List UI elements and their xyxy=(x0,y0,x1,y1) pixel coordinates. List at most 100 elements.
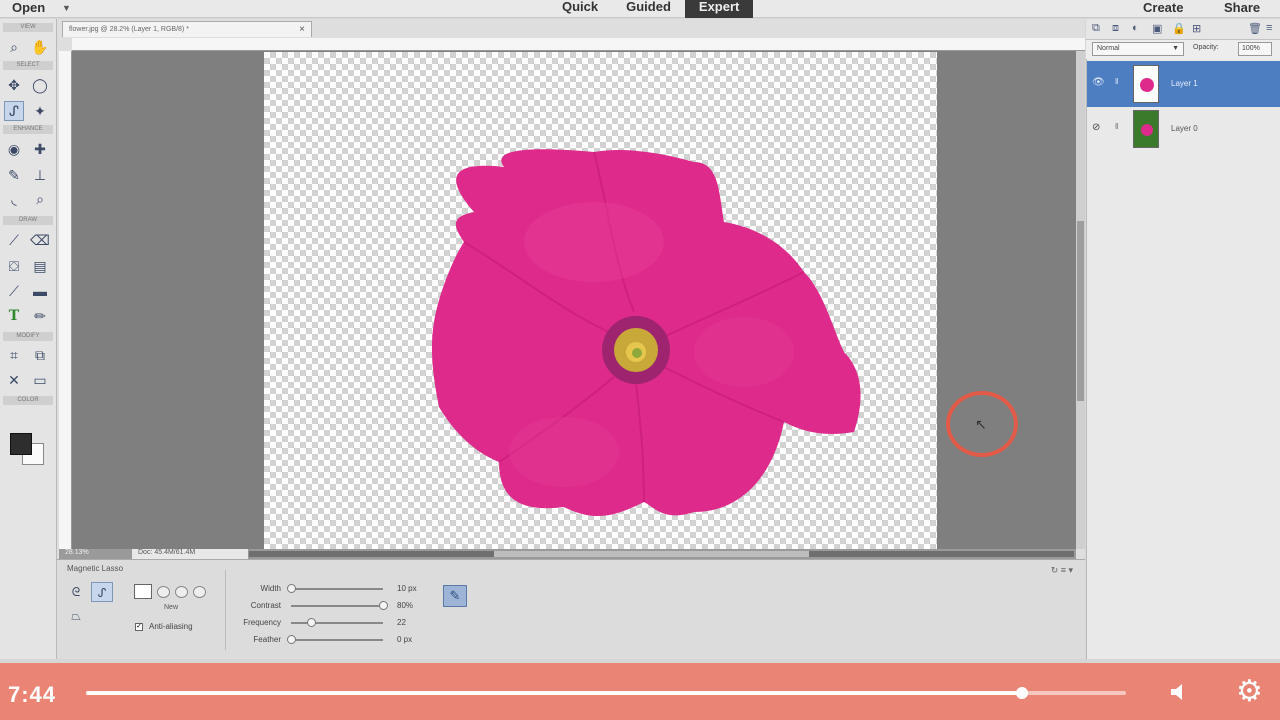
video-player-controls: 7:44 ⚙ xyxy=(0,663,1280,720)
zoom-tool-icon[interactable]: ⌕ xyxy=(4,37,24,57)
document-canvas[interactable] xyxy=(264,52,937,549)
settings-gear-icon[interactable]: ⚙ xyxy=(1236,677,1263,707)
adjustment-layer-icon[interactable]: ◐ xyxy=(1132,22,1139,34)
polygonal-lasso-tool-icon[interactable]: ⏢ xyxy=(65,606,87,626)
type-tool-icon[interactable]: T xyxy=(4,306,24,326)
new-layer-icon[interactable]: ⧉ xyxy=(1092,22,1100,35)
subtract-selection-button[interactable] xyxy=(175,586,188,598)
pen-pressure-button[interactable]: ✎ xyxy=(443,585,467,607)
feather-slider-knob[interactable] xyxy=(287,635,296,644)
mode-quick[interactable]: Quick xyxy=(548,0,612,18)
foreground-color-swatch[interactable] xyxy=(10,433,32,455)
magnetic-lasso-option-icon[interactable]: ᔑ xyxy=(91,582,113,602)
layer-name[interactable]: Layer 1 xyxy=(1171,79,1198,88)
options-menu-icon[interactable]: ↻ ≡ ▾ xyxy=(1051,565,1073,576)
layer-row-layer-0[interactable]: ⊘ ǁ Layer 0 xyxy=(1087,106,1280,152)
feather-slider-track[interactable] xyxy=(291,639,383,641)
layer-name[interactable]: Layer 0 xyxy=(1171,124,1198,133)
mode-guided[interactable]: Guided xyxy=(612,0,685,18)
contrast-slider-knob[interactable] xyxy=(379,601,388,610)
straighten-tool-icon[interactable]: ▭ xyxy=(30,370,50,390)
clone-stamp-tool-icon[interactable]: ⊥ xyxy=(30,165,50,185)
document-size[interactable]: Doc: 45.4M/61.4M xyxy=(132,549,248,559)
section-color: COLOR xyxy=(3,396,53,405)
eye-off-icon[interactable]: ⊘ xyxy=(1092,122,1100,133)
share-menu[interactable]: Share xyxy=(1224,0,1260,15)
contrast-slider-track[interactable] xyxy=(291,605,383,607)
add-selection-button[interactable] xyxy=(157,586,170,598)
document-window: flower.jpg @ 28.2% (Layer 1, RGB/8) * × xyxy=(57,19,1085,559)
paint-bucket-tool-icon[interactable]: ⛋ xyxy=(4,256,24,276)
width-slider-track[interactable] xyxy=(291,588,383,590)
eye-icon[interactable]: 👁 xyxy=(1092,77,1105,88)
horizontal-scrollbar[interactable] xyxy=(249,551,1074,557)
width-label: Width xyxy=(260,584,281,593)
hand-tool-icon[interactable]: ✋ xyxy=(30,37,50,57)
document-tab[interactable]: flower.jpg @ 28.2% (Layer 1, RGB/8) * × xyxy=(62,21,312,37)
shape-tool-icon[interactable]: ▬ xyxy=(30,281,50,301)
horizontal-scroll-thumb[interactable] xyxy=(494,551,809,557)
section-modify: MODIFY xyxy=(3,332,53,341)
width-slider-knob[interactable] xyxy=(287,584,296,593)
marquee-tool-icon[interactable]: ◯ xyxy=(30,75,50,95)
sponge-tool-icon[interactable]: ⌕ xyxy=(30,189,50,209)
layer-thumbnail xyxy=(1133,65,1159,103)
feather-value[interactable]: 0 px xyxy=(397,635,412,644)
tool-options-title: Magnetic Lasso xyxy=(67,564,124,573)
magic-wand-tool-icon[interactable]: ✦ xyxy=(30,101,50,121)
crop-tool-icon[interactable]: ⌗ xyxy=(4,345,24,365)
lasso-tool-icon[interactable]: ᘓ xyxy=(65,582,87,602)
flower-image xyxy=(431,149,861,517)
lasso-cursor-icon: ↖ xyxy=(975,416,987,432)
volume-icon[interactable] xyxy=(1168,680,1192,704)
link-icon[interactable]: ǁ xyxy=(1115,77,1118,86)
zoom-level[interactable]: 28.13% xyxy=(65,549,89,556)
vertical-scroll-thumb[interactable] xyxy=(1077,221,1084,401)
section-enhance: ENHANCE xyxy=(3,125,53,134)
width-value[interactable]: 10 px xyxy=(397,584,417,593)
layer-mask-icon[interactable]: ▣ xyxy=(1152,22,1162,35)
video-progress-track[interactable] xyxy=(86,687,1126,699)
smart-brush-tool-icon[interactable]: ✎ xyxy=(4,165,24,185)
vertical-scrollbar[interactable] xyxy=(1076,51,1085,549)
brush-tool-icon[interactable]: ⟋ xyxy=(4,230,24,250)
video-progress-knob[interactable] xyxy=(1016,687,1028,699)
recompose-tool-icon[interactable]: ⧉ xyxy=(30,345,50,365)
gradient-tool-icon[interactable]: ▤ xyxy=(30,256,50,276)
close-icon[interactable]: × xyxy=(299,24,305,35)
content-aware-move-tool-icon[interactable]: ✕ xyxy=(4,370,24,390)
opacity-input[interactable]: 100% xyxy=(1238,42,1272,56)
link-icon[interactable]: ǁ xyxy=(1115,122,1118,131)
pencil-tool-icon[interactable]: ✏ xyxy=(30,306,50,326)
layer-row-layer-1[interactable]: 👁 ǁ Layer 1 xyxy=(1087,61,1280,107)
frequency-slider-track[interactable] xyxy=(291,622,383,624)
move-tool-icon[interactable]: ✥ xyxy=(4,75,24,95)
flower-thumbnail-icon xyxy=(1140,78,1154,92)
chevron-down-icon[interactable]: ▼ xyxy=(62,3,71,13)
petunia-flower xyxy=(431,149,861,517)
panel-menu-icon[interactable]: ≡ xyxy=(1266,22,1272,34)
tool-options-bar: Magnetic Lasso ᘓ ᔑ ⏢ New ✓ Anti-aliasing… xyxy=(57,559,1085,659)
blur-tool-icon[interactable]: ◟ xyxy=(4,189,24,209)
trash-icon[interactable]: 🗑 xyxy=(1248,22,1262,35)
lock-icon[interactable]: 🔒 xyxy=(1172,22,1186,35)
anti-aliasing-checkbox[interactable]: ✓ xyxy=(135,623,143,631)
intersect-selection-button[interactable] xyxy=(193,586,206,598)
mode-expert[interactable]: Expert xyxy=(684,0,754,18)
spot-healing-tool-icon[interactable]: ✚ xyxy=(30,139,50,159)
new-group-icon[interactable]: ⧈ xyxy=(1112,22,1119,35)
eraser-tool-icon[interactable]: ⌫ xyxy=(30,230,50,250)
open-menu[interactable]: Open xyxy=(12,0,45,15)
eyedropper-tool-icon[interactable]: ⟋ xyxy=(4,281,24,301)
chevron-down-icon: ▼ xyxy=(1172,45,1179,52)
blend-mode-select[interactable]: Normal ▼ xyxy=(1092,42,1184,56)
new-selection-button[interactable] xyxy=(134,584,152,599)
layer-thumbnail xyxy=(1133,110,1159,148)
create-menu[interactable]: Create xyxy=(1143,0,1183,15)
frequency-value[interactable]: 22 xyxy=(397,618,406,627)
frequency-slider-knob[interactable] xyxy=(307,618,317,627)
magnetic-lasso-tool-icon[interactable]: ᔑ xyxy=(4,101,24,121)
red-eye-tool-icon[interactable]: ◉ xyxy=(4,139,24,159)
contrast-value[interactable]: 80% xyxy=(397,601,413,610)
lock-all-icon[interactable]: ⊞ xyxy=(1192,22,1201,35)
